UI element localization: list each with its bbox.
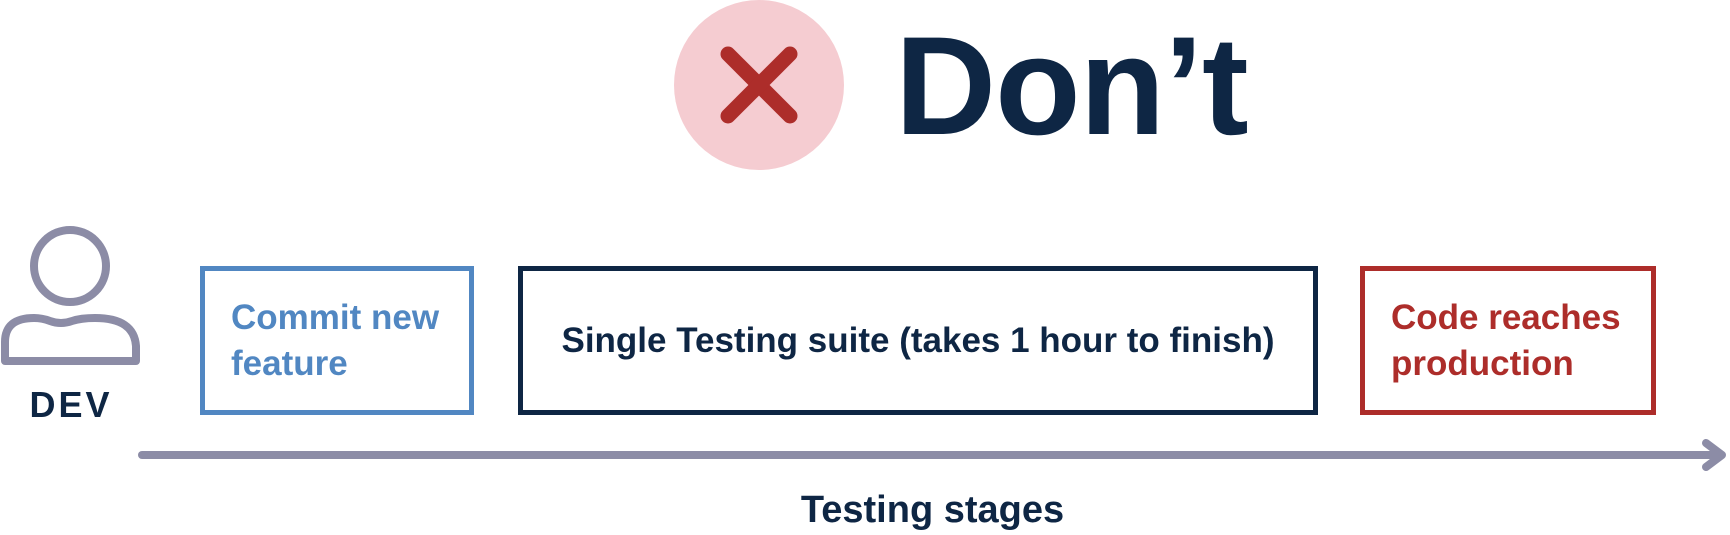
person-icon [1, 226, 140, 365]
page-title: Don’t [895, 7, 1249, 164]
stage-production-label: Code reaches production [1391, 297, 1621, 383]
stage-production-box: Code reaches production [1360, 266, 1656, 415]
x-mark-icon [720, 46, 798, 124]
stage-testing-suite-label: Single Testing suite (takes 1 hour to fi… [561, 320, 1275, 360]
stage-commit-label: Commit new feature [231, 297, 440, 383]
stage-commit-box: Commit new feature [200, 266, 474, 415]
stage-testing-suite-box: Single Testing suite (takes 1 hour to fi… [518, 266, 1318, 415]
dont-badge [674, 0, 844, 170]
axis-label: Testing stages [800, 489, 1065, 531]
actor-label: DEV [29, 384, 113, 425]
